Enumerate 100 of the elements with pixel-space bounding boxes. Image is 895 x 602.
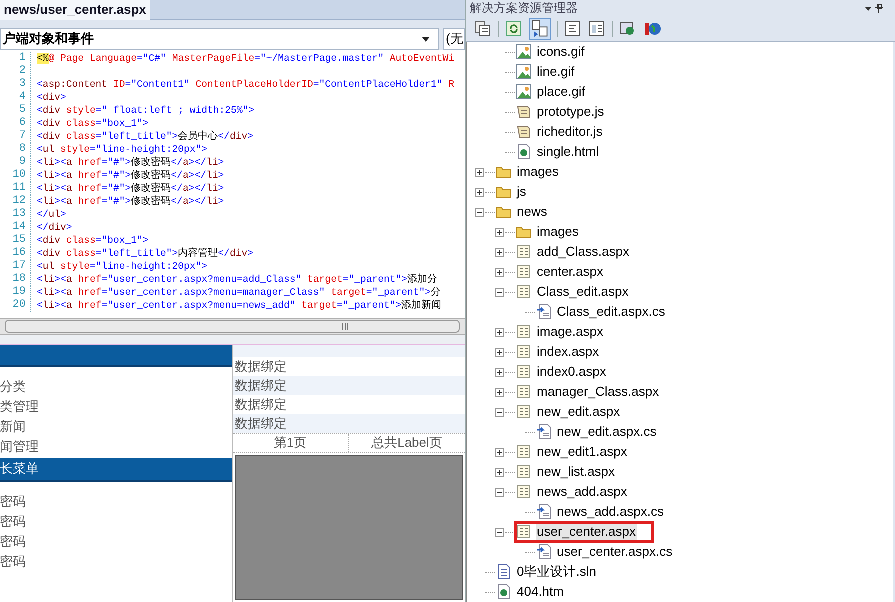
line-number: 7 <box>18 130 27 143</box>
copy-icon[interactable] <box>529 18 551 40</box>
image-file-icon <box>516 84 532 100</box>
tree-item[interactable]: 0毕业设计.sln <box>516 563 598 581</box>
event-dropdown[interactable]: (无 <box>443 28 465 50</box>
code-line: <div style=" float:left ; width:25%"> <box>37 104 255 117</box>
tree-item[interactable]: index0.aspx <box>536 363 608 381</box>
menu-link[interactable]: 密码 <box>0 512 232 532</box>
image-file-icon <box>516 64 532 80</box>
tree-item[interactable]: js <box>516 183 528 201</box>
tree-item[interactable]: Class_edit.aspx.cs <box>556 303 666 321</box>
tree-item[interactable]: image.aspx <box>536 323 604 341</box>
collapse-icon[interactable] <box>475 208 484 216</box>
menu-link[interactable]: 闻管理 <box>0 437 232 457</box>
code-file-icon <box>536 504 552 520</box>
menu-link[interactable]: 密码 <box>0 492 232 512</box>
line-number: 4 <box>18 91 27 104</box>
line-number: 2 <box>18 65 27 78</box>
tree-item[interactable]: new_edit.aspx <box>536 403 622 421</box>
designer-icon[interactable] <box>588 20 606 38</box>
tree-item[interactable]: prototype.js <box>536 103 606 121</box>
tree-item[interactable]: news_add.aspx <box>536 483 628 501</box>
collapse-icon[interactable] <box>495 488 504 496</box>
code-line: <li><a href="user_center.aspx?menu=add_Class" target="_parent">添加分 <box>37 273 438 286</box>
form-file-icon <box>516 244 532 260</box>
form-file-icon <box>516 524 532 540</box>
tree-item[interactable]: news_add.aspx.cs <box>556 503 665 521</box>
tree-item[interactable]: richeditor.js <box>536 123 604 141</box>
panel-title: 解决方案资源管理器 <box>470 0 578 16</box>
line-number: 12 <box>12 195 27 208</box>
document-icon <box>496 564 512 580</box>
line-number: 9 <box>18 156 27 169</box>
tree-item[interactable]: index.aspx <box>536 343 600 361</box>
tree-item[interactable]: new_list.aspx <box>536 463 616 481</box>
tree-item[interactable]: center.aspx <box>536 263 604 281</box>
tree-item[interactable]: place.gif <box>536 83 586 101</box>
tree-item[interactable]: icons.gif <box>536 43 586 61</box>
expand-icon[interactable] <box>495 368 504 376</box>
form-file-icon <box>516 484 532 500</box>
code-line: <ul style="line-height:20px"> <box>37 260 208 273</box>
menu-link[interactable]: 类管理 <box>0 397 232 417</box>
tree-item[interactable]: Class_edit.aspx <box>536 283 630 301</box>
line-number: 6 <box>18 117 27 130</box>
form-file-icon <box>516 464 532 480</box>
tree-item[interactable]: manager_Class.aspx <box>536 383 660 401</box>
line-number: 18 <box>12 273 27 286</box>
code-line: <li><a href="user_center.aspx?menu=manager_Class" target="_parent">分 <box>37 286 442 299</box>
expand-icon[interactable] <box>495 248 504 256</box>
tree-item[interactable]: 404.htm <box>516 583 565 601</box>
code-line: <div class="box_1"> <box>37 234 149 247</box>
collapse-icon[interactable] <box>495 408 504 416</box>
expand-icon[interactable] <box>495 348 504 356</box>
tree-item[interactable]: images <box>536 223 580 241</box>
form-file-icon <box>516 444 532 460</box>
tree-item[interactable]: user_center.aspx.cs <box>556 543 674 561</box>
menu-link[interactable]: 新闻 <box>0 417 232 437</box>
collapse-icon[interactable] <box>495 288 504 296</box>
code-line: <div class="left_title">会员中心</div> <box>37 130 254 143</box>
tree-item[interactable]: add_Class.aspx <box>536 243 630 261</box>
browser-icon[interactable] <box>619 20 637 38</box>
expand-icon[interactable] <box>495 468 504 476</box>
dropdown-arrow-icon <box>422 36 430 42</box>
tree-item[interactable]: single.html <box>536 143 600 161</box>
tree-item[interactable]: line.gif <box>536 63 576 81</box>
form-file-icon <box>516 344 532 360</box>
form-file-icon <box>516 384 532 400</box>
tree-item[interactable]: new_edit1.aspx <box>536 443 628 461</box>
properties-icon[interactable] <box>474 20 492 38</box>
refresh-icon[interactable] <box>505 20 523 38</box>
tree-item[interactable]: news <box>516 203 548 221</box>
tree-item[interactable]: new_edit.aspx.cs <box>556 423 658 441</box>
expand-icon[interactable] <box>495 388 504 396</box>
menu-link[interactable]: 密码 <box>0 532 232 552</box>
expand-icon[interactable] <box>495 268 504 276</box>
editor-tab[interactable]: news/user_center.aspx <box>0 0 150 20</box>
menu-link[interactable]: 密码 <box>0 552 232 572</box>
horizontal-scrollbar-thumb[interactable] <box>5 320 460 333</box>
code-file-icon <box>536 424 552 440</box>
expand-icon[interactable] <box>475 168 484 176</box>
code-file-icon <box>536 304 552 320</box>
code-line: <li><a href="#">修改密码</a></li> <box>37 195 224 208</box>
form-file-icon <box>516 364 532 380</box>
tree-item[interactable]: images <box>516 163 560 181</box>
expand-icon[interactable] <box>495 228 504 236</box>
object-dropdown[interactable]: 户端对象和事件 <box>0 28 439 50</box>
code-line: <ul style="line-height:20px"> <box>37 143 208 156</box>
line-number: 5 <box>18 104 27 117</box>
code-line: <div class="box_1"> <box>37 117 149 130</box>
code-file-icon[interactable] <box>564 20 582 38</box>
collapse-icon[interactable] <box>495 528 504 536</box>
expand-icon[interactable] <box>475 188 484 196</box>
expand-icon[interactable] <box>495 328 504 336</box>
line-number: 11 <box>12 182 27 195</box>
form-file-icon <box>516 404 532 420</box>
menu-link[interactable]: 分类 <box>0 377 232 397</box>
line-number: 13 <box>12 208 27 221</box>
line-number: 3 <box>18 78 27 91</box>
line-number: 16 <box>12 247 27 260</box>
table-cell: 数据绑定 <box>233 414 465 433</box>
expand-icon[interactable] <box>495 448 504 456</box>
